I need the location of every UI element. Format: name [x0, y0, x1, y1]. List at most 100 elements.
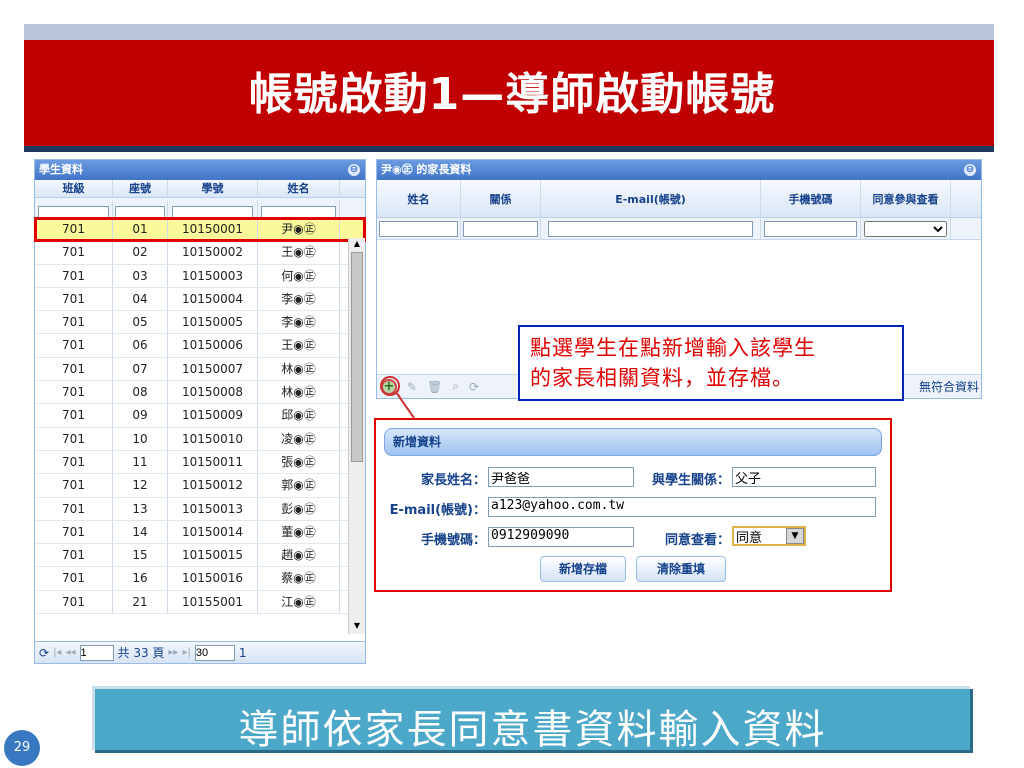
save-button[interactable]: 新增存檔 — [540, 556, 626, 582]
table-row[interactable]: 701 09 10150009 邱◉㊣ — [35, 404, 365, 428]
scroll-up-icon[interactable]: ▲ — [351, 239, 363, 251]
cell-class: 701 — [35, 287, 113, 311]
column-header-email[interactable]: E-mail(帳號) — [541, 180, 761, 217]
table-row[interactable]: 701 21 10155001 江◉㊣ — [35, 590, 365, 615]
table-row[interactable]: 701 07 10150007 林◉㊣ — [35, 357, 365, 382]
table-row[interactable]: 701 01 10150001 尹◉㊣ — [34, 216, 366, 243]
no-match-text: 無符合資料 — [918, 380, 979, 394]
student-grid-scrollbar[interactable]: ▲ ▼ — [348, 238, 365, 634]
table-row[interactable]: 701 02 10150002 王◉㊣ — [35, 241, 365, 265]
prev-page-icon[interactable]: ◂◂ — [65, 647, 75, 658]
filter-name-input[interactable] — [261, 205, 336, 217]
cell-student-id: 10150014 — [168, 520, 258, 544]
table-row[interactable]: 701 12 10150012 郭◉㊣ — [35, 474, 365, 498]
filter-relation-input[interactable] — [463, 220, 538, 237]
table-row[interactable]: 701 06 10150006 王◉㊣ — [35, 334, 365, 358]
cell-student-id: 10150013 — [168, 497, 258, 520]
consent-select[interactable]: 同意 ▼ — [732, 526, 806, 546]
column-header-consent[interactable]: 同意參與查看 — [861, 180, 951, 217]
student-panel-header: 學生資料 ⊖ — [35, 160, 365, 180]
last-page-icon[interactable]: ▸| — [182, 647, 190, 658]
filter-parent-name-input[interactable] — [379, 220, 458, 237]
cell-student-id: 10150012 — [168, 474, 258, 497]
email-input[interactable]: a123@yahoo.com.tw — [488, 497, 876, 517]
cell-name: 彭◉㊣ — [258, 497, 340, 520]
chevron-down-icon[interactable]: ▼ — [786, 528, 804, 544]
table-row[interactable]: 701 15 10150015 趙◉㊣ — [35, 544, 365, 568]
clear-button[interactable]: 清除重填 — [636, 556, 726, 582]
cell-name: 王◉㊣ — [258, 334, 340, 357]
filter-class-input[interactable] — [38, 205, 109, 217]
column-header-class[interactable]: 班級 — [35, 180, 113, 197]
filter-phone-input[interactable] — [763, 220, 858, 237]
consent-label: 同意查看： — [664, 533, 730, 548]
cell-class: 701 — [35, 450, 113, 474]
page-number-input[interactable] — [79, 644, 114, 661]
table-row[interactable]: 701 05 10150005 李◉㊣ — [35, 311, 365, 335]
cell-seat: 06 — [113, 334, 168, 357]
cell-class: 701 — [35, 590, 113, 614]
cell-student-id: 10150003 — [168, 264, 258, 287]
cell-seat: 07 — [113, 357, 168, 381]
cell-class: 701 — [35, 241, 113, 264]
table-row[interactable]: 701 14 10150014 董◉㊣ — [35, 520, 365, 545]
cell-class: 701 — [35, 544, 113, 567]
banner-text: 導師依家長同意書資料輸入資料 — [238, 707, 827, 753]
parent-panel-header: 尹◉㊣ 的家長資料 ⊖ — [377, 160, 981, 180]
table-row[interactable]: 701 04 10150004 李◉㊣ — [35, 287, 365, 312]
cell-seat: 10 — [113, 427, 168, 450]
cell-class: 701 — [35, 497, 113, 520]
cell-seat: 09 — [113, 404, 168, 427]
collapse-icon[interactable]: ⊖ — [348, 164, 360, 176]
collapse-icon[interactable]: ⊖ — [964, 164, 976, 176]
cell-class: 701 — [35, 311, 113, 334]
table-row[interactable]: 701 10 10150010 凌◉㊣ — [35, 427, 365, 451]
phone-input[interactable]: 0912909090 — [488, 527, 634, 547]
cell-seat: 14 — [113, 520, 168, 544]
cell-name: 江◉㊣ — [258, 590, 340, 614]
page-size-select[interactable] — [194, 644, 235, 661]
cell-seat: 12 — [113, 474, 168, 497]
cell-class: 701 — [35, 381, 113, 404]
filter-consent-select[interactable] — [863, 220, 948, 237]
filter-email-input[interactable] — [547, 220, 754, 237]
scroll-thumb[interactable] — [351, 252, 363, 462]
column-header-seat[interactable]: 座號 — [113, 180, 168, 197]
table-row[interactable]: 701 08 10150008 林◉㊣ — [35, 381, 365, 405]
relation-input[interactable]: 父子 — [732, 467, 876, 487]
table-row[interactable]: 701 11 10150011 張◉㊣ — [35, 450, 365, 475]
refresh-icon[interactable]: ⟳ — [39, 646, 49, 660]
cell-name: 趙◉㊣ — [258, 544, 340, 567]
cell-student-id: 10150002 — [168, 241, 258, 264]
cell-name: 林◉㊣ — [258, 357, 340, 381]
column-header-student-id[interactable]: 學號 — [168, 180, 258, 197]
cell-name: 凌◉㊣ — [258, 427, 340, 450]
delete-icon[interactable]: 🗑 — [427, 380, 442, 394]
total-pages-text: 共 33 頁 — [117, 646, 165, 660]
column-header-name[interactable]: 姓名 — [258, 180, 340, 197]
table-row[interactable]: 701 13 10150013 彭◉㊣ — [35, 497, 365, 521]
scroll-down-icon[interactable]: ▼ — [351, 621, 363, 633]
cell-name: 邱◉㊣ — [258, 404, 340, 427]
email-label: E-mail(帳號)： — [389, 503, 486, 518]
next-page-icon[interactable]: ▸▸ — [168, 647, 178, 658]
cell-student-id: 10150001 — [168, 218, 258, 241]
parent-name-input[interactable]: 尹爸爸 — [488, 467, 634, 487]
cell-student-id: 10150010 — [168, 427, 258, 450]
column-header-relation[interactable]: 關係 — [461, 180, 541, 217]
instruction-callout: 點選學生在點新增輸入該學生 的家長相關資料，並存檔。 — [518, 325, 904, 401]
cell-class: 701 — [35, 357, 113, 381]
column-header-parent-name[interactable]: 姓名 — [377, 180, 461, 217]
student-panel: 學生資料 ⊖ 班級 座號 學號 姓名 701 01 10150001 尹◉㊣ 701 02… — [34, 159, 366, 664]
cell-student-id: 10150011 — [168, 450, 258, 474]
column-header-phone[interactable]: 手機號碼 — [761, 180, 861, 217]
refresh-icon[interactable]: ⟳ — [469, 380, 479, 394]
table-row[interactable]: 701 03 10150003 何◉㊣ — [35, 264, 365, 288]
filter-student-id-input[interactable] — [171, 205, 254, 217]
table-row[interactable]: 701 16 10150016 蔡◉㊣ — [35, 567, 365, 591]
search-icon[interactable]: ⌕ — [452, 379, 459, 394]
student-panel-title: 學生資料 — [39, 163, 83, 176]
cell-class: 701 — [35, 334, 113, 357]
first-page-icon[interactable]: |◂ — [53, 647, 61, 658]
filter-seat-input[interactable] — [115, 205, 165, 217]
